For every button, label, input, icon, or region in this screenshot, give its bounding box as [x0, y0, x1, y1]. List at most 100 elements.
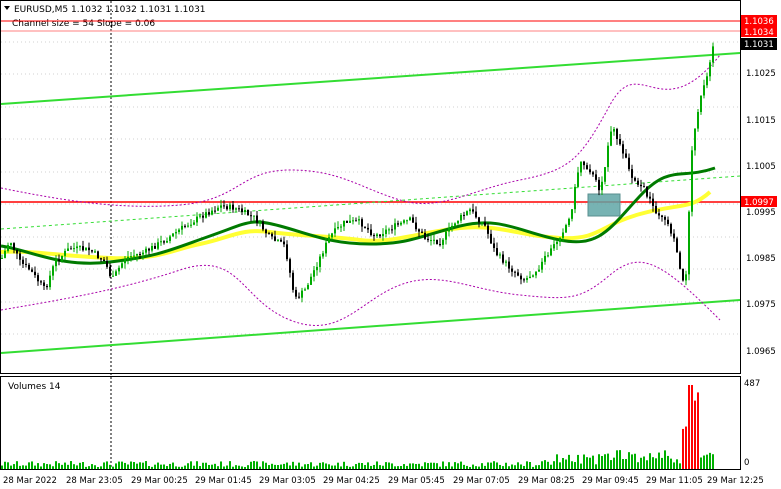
candle-body: [79, 246, 81, 248]
volume-bar: [478, 466, 480, 469]
price-tick: 1.1015: [746, 116, 776, 126]
candle-body: [169, 236, 171, 241]
volume-bar: [19, 465, 21, 469]
symbol-line: EURUSD,M5 1.1032 1.1032 1.1031 1.1031: [14, 5, 206, 15]
volume-bar: [181, 466, 183, 469]
candle-body: [628, 157, 630, 170]
candle-body: [520, 275, 522, 280]
candle-body: [442, 239, 444, 245]
candle-body: [490, 233, 492, 244]
candle-body: [400, 222, 402, 225]
candle-body: [403, 220, 405, 223]
volume-bar: [46, 464, 48, 469]
volume-scale-max: 487: [744, 379, 760, 389]
time-label: 29 Mar 04:25: [323, 476, 380, 486]
volume-bar: [301, 466, 303, 469]
candle-body: [526, 278, 528, 280]
volume-bar: [217, 466, 219, 469]
candle-body: [409, 217, 411, 221]
candle-body: [622, 144, 624, 154]
volume-bar: [115, 463, 117, 469]
candle-body: [394, 223, 396, 230]
volume-bar: [505, 462, 507, 469]
volume-bar: [646, 460, 648, 469]
volume-bar: [328, 464, 330, 469]
candle-body: [160, 241, 162, 243]
candle-body: [244, 210, 246, 213]
candle-body: [217, 207, 219, 211]
candle-body: [142, 252, 144, 255]
volume-bar: [640, 457, 642, 469]
volume-bar: [250, 461, 252, 469]
highlight-zone[interactable]: [587, 193, 621, 217]
candle-body: [175, 232, 177, 234]
candle-body: [10, 243, 12, 246]
volume-bar: [40, 466, 42, 469]
candle-body: [379, 234, 381, 237]
volume-bar: [58, 463, 60, 469]
candle-body: [319, 256, 321, 267]
candle-body: [157, 242, 159, 249]
candle-body: [310, 276, 312, 285]
candle-body: [649, 196, 651, 199]
candle-body: [574, 186, 576, 210]
candle-body: [514, 271, 516, 273]
candle-body: [646, 186, 648, 197]
volume-bar: [304, 464, 306, 469]
candle-body: [511, 268, 513, 272]
candle-body: [709, 62, 711, 77]
candle-body: [112, 275, 114, 277]
volume-bar: [16, 461, 18, 469]
volume-bar: [112, 466, 114, 469]
candle-body: [280, 239, 282, 242]
volume-bar: [442, 461, 444, 469]
candle-body: [286, 244, 288, 260]
candle-body: [295, 289, 297, 297]
candle-body: [547, 255, 549, 257]
volume-bar: [457, 463, 459, 469]
volume-bar: [313, 466, 315, 469]
time-label: 28 Mar 23:05: [66, 476, 123, 486]
candle-body: [307, 284, 309, 290]
candle-body: [430, 240, 432, 242]
volume-bar: [511, 464, 513, 469]
price-chart[interactable]: EURUSD,M5 1.1032 1.1032 1.1031 1.1031 Ch…: [0, 0, 781, 489]
volume-bar: [418, 463, 420, 469]
volume-bar: [22, 465, 24, 469]
candle-body: [538, 269, 540, 272]
volume-bar: [52, 466, 54, 469]
volume-bar: [493, 461, 495, 469]
candle-body: [148, 248, 150, 251]
candle-body: [634, 177, 636, 181]
candle-body: [325, 242, 327, 254]
volume-bar: [7, 462, 9, 469]
volume-bar: [475, 466, 477, 469]
volume-bar: [1, 465, 3, 469]
candle-body: [97, 251, 99, 259]
candle-body: [370, 229, 372, 236]
candle-body: [127, 256, 129, 259]
volume-bar: [520, 464, 522, 469]
volume-bar: [535, 465, 537, 469]
volume-bar: [124, 462, 126, 469]
candle-body: [94, 251, 96, 253]
volume-bar: [199, 466, 201, 469]
candle-body: [91, 250, 93, 252]
volume-bar: [604, 454, 606, 469]
volume-bar: [268, 465, 270, 469]
volume-bar: [685, 426, 687, 469]
volume-bar: [544, 460, 546, 469]
volume-bar: [283, 463, 285, 469]
candle-body: [661, 215, 663, 217]
volume-bar: [481, 463, 483, 469]
volume-bar: [514, 465, 516, 469]
volume-bar: [211, 464, 213, 469]
volume-bar: [355, 464, 357, 469]
candle-body: [343, 220, 345, 227]
volume-bar: [460, 461, 462, 469]
volume-bar: [31, 461, 33, 469]
volume-bar: [241, 466, 243, 469]
candle-body: [484, 222, 486, 226]
volume-bar: [109, 464, 111, 469]
volume-bar: [550, 464, 552, 469]
